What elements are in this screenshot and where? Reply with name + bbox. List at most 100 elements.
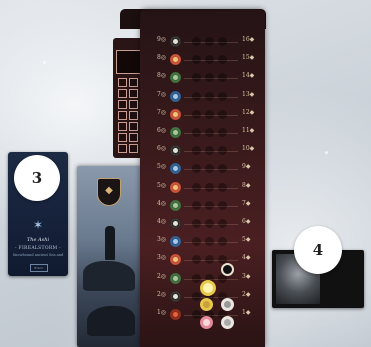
track-token[interactable]	[170, 272, 181, 284]
track-token[interactable]	[170, 199, 181, 211]
track-left-value: 6◎	[156, 127, 166, 134]
track-slot[interactable]	[218, 73, 227, 83]
track-token[interactable]	[170, 90, 181, 102]
track-right-value: 12◆	[242, 108, 255, 116]
track-row: 6◎ 10◆	[148, 145, 260, 158]
track-row: 3◎ 4◆	[148, 254, 260, 267]
track-slot[interactable]	[192, 91, 201, 101]
track-token[interactable]	[170, 236, 181, 248]
track-token[interactable]	[170, 54, 181, 66]
player-token-pink[interactable]	[200, 316, 213, 329]
player-token-yellow[interactable]	[200, 280, 216, 296]
track-token[interactable]	[170, 36, 181, 47]
track-slot[interactable]	[205, 219, 214, 228]
player-token-white[interactable]	[221, 316, 234, 329]
track-token[interactable]	[170, 218, 181, 229]
track-slot[interactable]	[218, 219, 227, 228]
track-slot[interactable]	[205, 255, 214, 265]
track-slot[interactable]	[205, 37, 214, 46]
track-token[interactable]	[170, 163, 181, 175]
track-slot[interactable]	[192, 109, 201, 119]
track-slot[interactable]	[192, 146, 201, 156]
card-subtitle: - FIREALSTORM -	[15, 246, 61, 251]
track-token[interactable]	[170, 145, 181, 157]
track-slot[interactable]	[218, 128, 227, 137]
track-slot[interactable]	[205, 200, 214, 210]
track-right-value: 10◆	[242, 145, 255, 153]
shield-icon: ◆	[97, 178, 121, 206]
snowflake-icon: ✶	[32, 218, 44, 232]
tracker-cell[interactable]	[129, 111, 138, 120]
track-slot[interactable]	[205, 109, 214, 119]
track-left-value: 9◎	[156, 36, 166, 43]
track-slot[interactable]	[218, 164, 227, 174]
track-slot[interactable]	[192, 37, 201, 46]
track-token[interactable]	[170, 181, 181, 193]
track-slot[interactable]	[205, 91, 214, 101]
tracker-cell[interactable]	[118, 89, 127, 98]
track-slot[interactable]	[192, 182, 201, 192]
track-slot[interactable]	[205, 55, 214, 65]
track-slot[interactable]	[205, 73, 214, 83]
track-token[interactable]	[170, 108, 181, 120]
track-left-value: 2◎	[156, 290, 166, 298]
number-badge-4: 4	[294, 226, 342, 274]
tracker-cell[interactable]	[118, 78, 127, 87]
track-row: 3◎ 5◆	[148, 236, 260, 249]
character-card[interactable]: ◆	[77, 166, 142, 347]
track-slot[interactable]	[218, 237, 227, 247]
track-slot[interactable]	[205, 146, 214, 156]
track-slot[interactable]	[192, 200, 201, 210]
tracker-cell[interactable]	[118, 122, 127, 131]
tracker-cell[interactable]	[129, 144, 138, 153]
tracker-cell[interactable]	[129, 78, 138, 87]
track-slot[interactable]	[218, 182, 227, 192]
tracker-cell[interactable]	[118, 144, 127, 153]
track-slot[interactable]	[192, 291, 201, 301]
track-slot[interactable]	[218, 200, 227, 210]
track-token[interactable]	[170, 290, 181, 302]
tracker-cell[interactable]	[129, 100, 138, 109]
track-row: 6◎ 11◆	[148, 127, 260, 140]
track-token[interactable]	[170, 72, 181, 84]
track-slot[interactable]	[192, 273, 201, 283]
track-slot[interactable]	[218, 146, 227, 156]
card-flavor-text: Snowbound ancient Sea and	[12, 253, 64, 257]
track-slot[interactable]	[192, 128, 201, 137]
track-right-value: 7◆	[242, 199, 251, 207]
track-right-value: 16◆	[242, 36, 255, 43]
tracker-cell[interactable]	[129, 89, 138, 98]
player-token-gold[interactable]	[200, 298, 213, 311]
track-slot[interactable]	[218, 55, 227, 65]
tracker-cell[interactable]	[118, 100, 127, 109]
track-slot[interactable]	[192, 219, 201, 228]
track-slot[interactable]	[192, 164, 201, 174]
track-slot[interactable]	[218, 37, 227, 46]
track-slot[interactable]	[192, 255, 201, 265]
track-row: 8◎ 14◆	[148, 72, 260, 85]
track-token[interactable]	[170, 254, 181, 266]
tracker-cell[interactable]	[129, 122, 138, 131]
tracker-cell[interactable]	[118, 133, 127, 142]
player-token-black[interactable]	[221, 263, 234, 276]
track-slot[interactable]	[205, 164, 214, 174]
track-slot[interactable]	[205, 237, 214, 247]
track-right-value: 11◆	[242, 127, 255, 134]
track-slot[interactable]	[192, 237, 201, 247]
track-token[interactable]	[170, 127, 181, 138]
track-right-value: 1◆	[242, 309, 251, 316]
tracker-cell[interactable]	[118, 111, 127, 120]
track-slot[interactable]	[205, 182, 214, 192]
track-slot[interactable]	[218, 109, 227, 119]
track-token[interactable]	[170, 309, 181, 320]
track-slot[interactable]	[192, 55, 201, 65]
track-row: 5◎ 8◆	[148, 181, 260, 195]
track-slot[interactable]	[192, 310, 201, 319]
tracker-cell[interactable]	[129, 133, 138, 142]
rock-outcrop	[83, 261, 135, 291]
track-slot[interactable]	[218, 91, 227, 101]
track-slot[interactable]	[192, 73, 201, 83]
track-row: 5◎ 9◆	[148, 163, 260, 176]
track-slot[interactable]	[205, 128, 214, 137]
player-token-white[interactable]	[221, 298, 234, 311]
